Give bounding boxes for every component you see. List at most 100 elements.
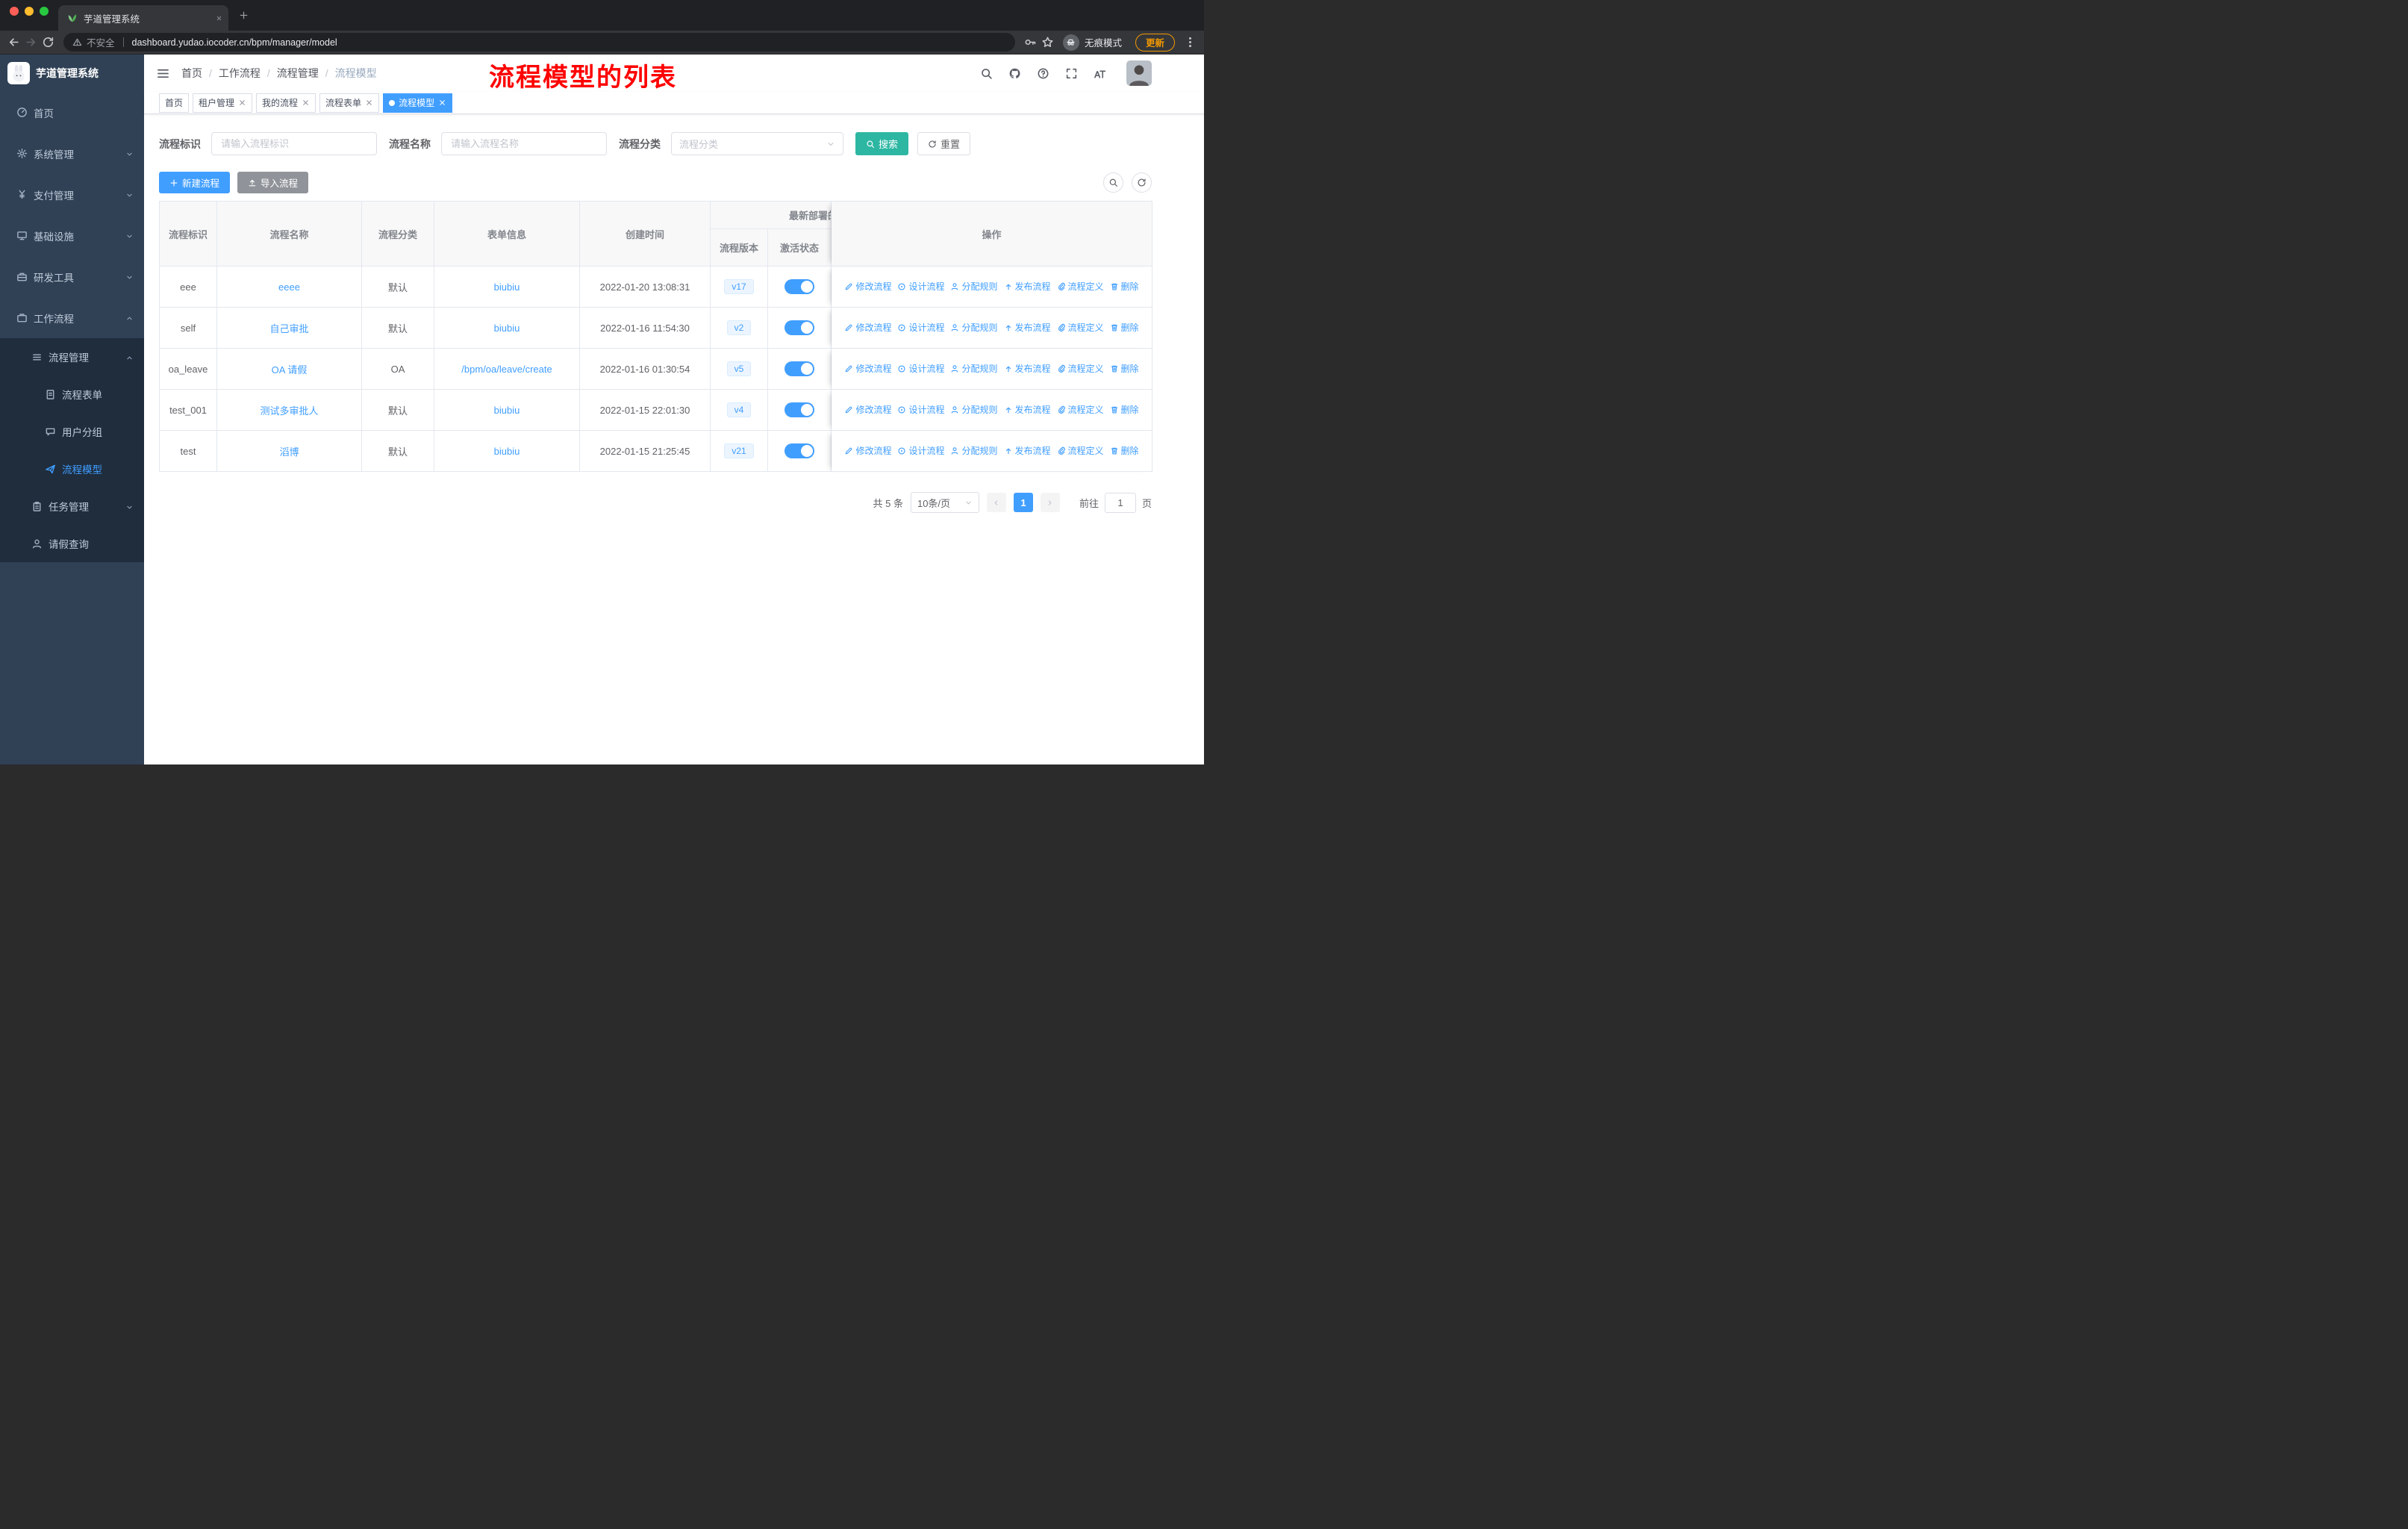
tab-close-icon[interactable] (216, 15, 222, 22)
sidebar-item-system-management[interactable]: 系统管理 (0, 133, 144, 174)
process-name-link[interactable]: 滔博 (279, 446, 299, 458)
forward-icon[interactable] (25, 36, 37, 49)
sidebar-item-process-model[interactable]: 流程模型 (0, 450, 144, 488)
action-definition-link[interactable]: 流程定义 (1057, 321, 1104, 334)
browser-tab[interactable]: 芋道管理系统 (58, 5, 228, 31)
font-size-icon[interactable] (1094, 67, 1106, 80)
goto-page-input[interactable] (1104, 492, 1136, 513)
action-publish-link[interactable]: 发布流程 (1004, 444, 1051, 457)
close-icon[interactable] (302, 99, 310, 107)
refresh-table-button[interactable] (1132, 172, 1152, 193)
active-toggle[interactable] (785, 402, 814, 417)
process-key-input[interactable] (211, 132, 377, 155)
form-info-link[interactable]: biubiu (494, 323, 520, 334)
form-info-link[interactable]: biubiu (494, 281, 520, 293)
tag-my-process[interactable]: 我的流程 (256, 93, 316, 113)
process-name-link[interactable]: eeee (278, 281, 300, 293)
action-delete-link[interactable]: 删除 (1110, 444, 1139, 457)
sidebar-item-process-form[interactable]: 流程表单 (0, 376, 144, 413)
action-edit-link[interactable]: 修改流程 (844, 403, 891, 416)
breadcrumb-item[interactable]: 首页 (181, 66, 202, 81)
process-name-link[interactable]: 测试多审批人 (260, 405, 318, 417)
create-process-button[interactable]: 新建流程 (159, 172, 231, 193)
reload-icon[interactable] (42, 36, 54, 49)
browser-menu-kebab-icon[interactable] (1184, 36, 1197, 49)
back-icon[interactable] (7, 36, 20, 49)
action-definition-link[interactable]: 流程定义 (1057, 280, 1104, 293)
action-delete-link[interactable]: 删除 (1110, 403, 1139, 416)
import-process-button[interactable]: 导入流程 (237, 172, 309, 193)
process-name-input[interactable] (441, 132, 607, 155)
action-publish-link[interactable]: 发布流程 (1004, 321, 1051, 334)
reset-button[interactable]: 重置 (917, 132, 971, 155)
breadcrumb-item[interactable]: 流程管理 (277, 66, 319, 81)
sidebar-item-user-group[interactable]: 用户分组 (0, 413, 144, 450)
active-toggle[interactable] (785, 279, 814, 294)
action-publish-link[interactable]: 发布流程 (1004, 403, 1051, 416)
breadcrumb-item[interactable]: 工作流程 (219, 66, 261, 81)
action-definition-link[interactable]: 流程定义 (1057, 362, 1104, 375)
action-edit-link[interactable]: 修改流程 (844, 444, 891, 457)
action-publish-link[interactable]: 发布流程 (1004, 280, 1051, 293)
action-assign-link[interactable]: 分配规则 (950, 280, 998, 293)
process-name-link[interactable]: 自己审批 (269, 323, 308, 334)
action-assign-link[interactable]: 分配规则 (950, 444, 998, 457)
action-delete-link[interactable]: 删除 (1110, 321, 1139, 334)
action-delete-link[interactable]: 删除 (1110, 362, 1139, 375)
close-window-button[interactable] (10, 7, 19, 16)
sidebar-item-process-management[interactable]: 流程管理 (0, 338, 144, 376)
tag-home[interactable]: 首页 (159, 93, 190, 113)
minimize-window-button[interactable] (25, 7, 34, 16)
update-button[interactable]: 更新 (1135, 33, 1175, 52)
sidebar-item-dev-tools[interactable]: 研发工具 (0, 256, 144, 297)
zoom-window-button[interactable] (40, 7, 49, 16)
action-assign-link[interactable]: 分配规则 (950, 403, 998, 416)
form-info-link[interactable]: biubiu (494, 446, 520, 457)
bookmark-star-icon[interactable] (1041, 36, 1054, 49)
form-info-link[interactable]: biubiu (494, 405, 520, 416)
action-design-link[interactable]: 设计流程 (897, 362, 944, 375)
password-key-icon[interactable] (1024, 36, 1037, 49)
sidebar-toggle-icon[interactable] (156, 66, 170, 81)
current-page-button[interactable]: 1 (1013, 493, 1033, 512)
active-toggle[interactable] (785, 443, 814, 458)
new-tab-button[interactable] (239, 10, 249, 20)
active-toggle[interactable] (785, 320, 814, 335)
sidebar-item-leave-query[interactable]: 请假查询 (0, 525, 144, 562)
tag-process-model[interactable]: 流程模型 (383, 93, 453, 113)
action-edit-link[interactable]: 修改流程 (844, 280, 891, 293)
search-button[interactable]: 搜索 (855, 132, 909, 155)
close-icon[interactable] (438, 99, 446, 107)
action-edit-link[interactable]: 修改流程 (844, 321, 891, 334)
action-design-link[interactable]: 设计流程 (897, 321, 944, 334)
action-publish-link[interactable]: 发布流程 (1004, 362, 1051, 375)
address-bar[interactable]: 不安全 dashboard.yudao.iocoder.cn/bpm/manag… (63, 33, 1015, 52)
action-design-link[interactable]: 设计流程 (897, 280, 944, 293)
action-edit-link[interactable]: 修改流程 (844, 362, 891, 375)
process-name-link[interactable]: OA 请假 (272, 364, 308, 376)
fullscreen-icon[interactable] (1065, 67, 1078, 80)
toggle-search-button[interactable] (1103, 172, 1123, 193)
help-icon[interactable] (1037, 67, 1049, 80)
sidebar-item-workflow[interactable]: 工作流程 (0, 297, 144, 338)
app-logo[interactable]: 芋道管理系统 (0, 55, 144, 92)
action-design-link[interactable]: 设计流程 (897, 403, 944, 416)
sidebar-item-payment-management[interactable]: 支付管理 (0, 174, 144, 215)
sidebar-item-task-management[interactable]: 任务管理 (0, 488, 144, 525)
active-toggle[interactable] (785, 361, 814, 376)
process-category-select[interactable]: 流程分类 (671, 132, 843, 155)
action-design-link[interactable]: 设计流程 (897, 444, 944, 457)
github-icon[interactable] (1008, 67, 1021, 80)
action-assign-link[interactable]: 分配规则 (950, 321, 998, 334)
search-icon[interactable] (980, 67, 993, 80)
sidebar-item-infrastructure[interactable]: 基础设施 (0, 215, 144, 256)
action-assign-link[interactable]: 分配规则 (950, 362, 998, 375)
action-definition-link[interactable]: 流程定义 (1057, 444, 1104, 457)
prev-page-button[interactable] (986, 493, 1006, 512)
action-definition-link[interactable]: 流程定义 (1057, 403, 1104, 416)
next-page-button[interactable] (1040, 493, 1060, 512)
tag-process-form[interactable]: 流程表单 (319, 93, 380, 113)
tag-tenant-management[interactable]: 租户管理 (193, 93, 253, 113)
close-icon[interactable] (365, 99, 373, 107)
form-info-link[interactable]: /bpm/oa/leave/create (461, 364, 552, 375)
